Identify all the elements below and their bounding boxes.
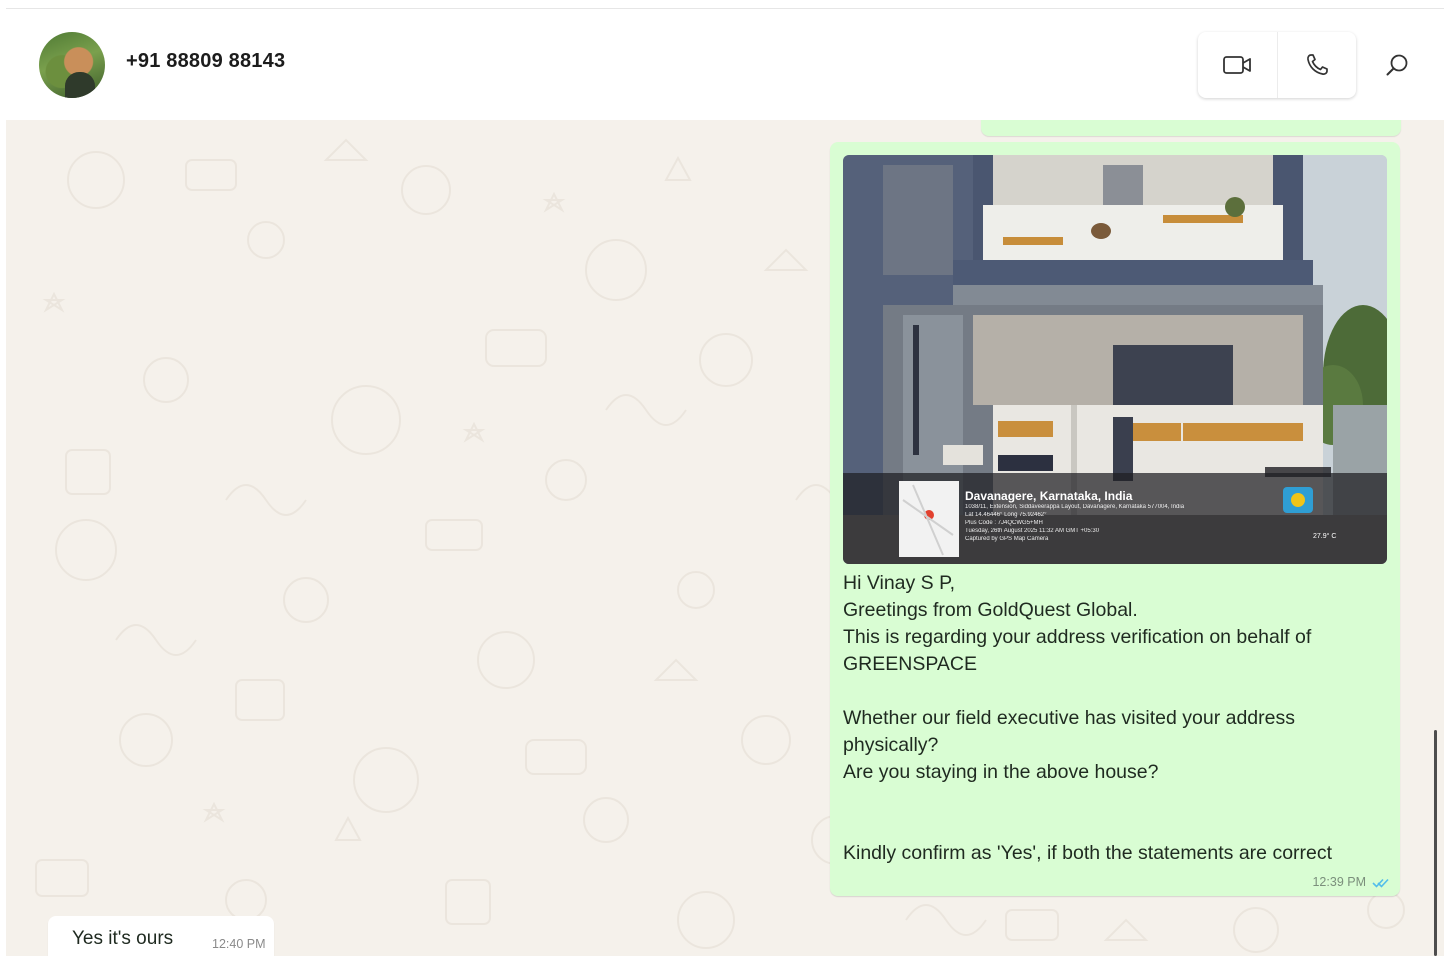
message-time: 12:39 PM [1312,875,1366,889]
photo-temperature: 27.9° C [1313,533,1337,540]
message-photo[interactable]: Davanagere, Karnataka, India 1038/11, Ex… [843,155,1387,564]
chat-scrollbar[interactable] [1434,730,1437,956]
chat-area[interactable]: Davanagere, Karnataka, India 1038/11, Ex… [6,120,1444,956]
double-check-icon [1372,878,1389,888]
phone-icon [1306,54,1328,75]
incoming-message-bubble[interactable]: Yes it's ours 12:40 PM [48,916,274,956]
outgoing-message-bubble[interactable]: Davanagere, Karnataka, India 1038/11, Ex… [830,142,1400,896]
search-button[interactable] [1382,50,1412,80]
contact-avatar[interactable] [39,32,105,98]
search-icon [1386,54,1408,76]
message-text: Hi Vinay S P, Greetings from GoldQuest G… [843,572,1333,864]
previous-message-bubble[interactable] [981,120,1401,136]
call-button-group [1198,32,1356,98]
photo-meta-line: Lat 14.46446° Long 75.92462° [965,512,1047,518]
video-camera-icon [1223,56,1252,74]
voice-call-button[interactable] [1276,32,1357,98]
photo-meta-line: Captured by GPS Map Camera [965,536,1049,542]
message-text: Yes it's ours [72,928,174,949]
chat-header: +91 88809 88143 [6,10,1444,120]
video-call-button[interactable] [1198,32,1277,98]
photo-meta-line: 1038/11, Extension, Siddaveerappa Layout… [965,504,1185,510]
photo-place: Davanagere, Karnataka, India [965,489,1133,503]
photo-meta-line: Plus Code : 7J4QCWG5+MH [965,520,1043,526]
photo-meta-line: Tuesday, 26th August 2025 11:32 AM GMT +… [965,528,1100,534]
photo-geotag-caption: Davanagere, Karnataka, India 1038/11, Ex… [965,489,1184,543]
message-time: 12:40 PM [212,937,266,951]
contact-name[interactable]: +91 88809 88143 [126,50,285,73]
